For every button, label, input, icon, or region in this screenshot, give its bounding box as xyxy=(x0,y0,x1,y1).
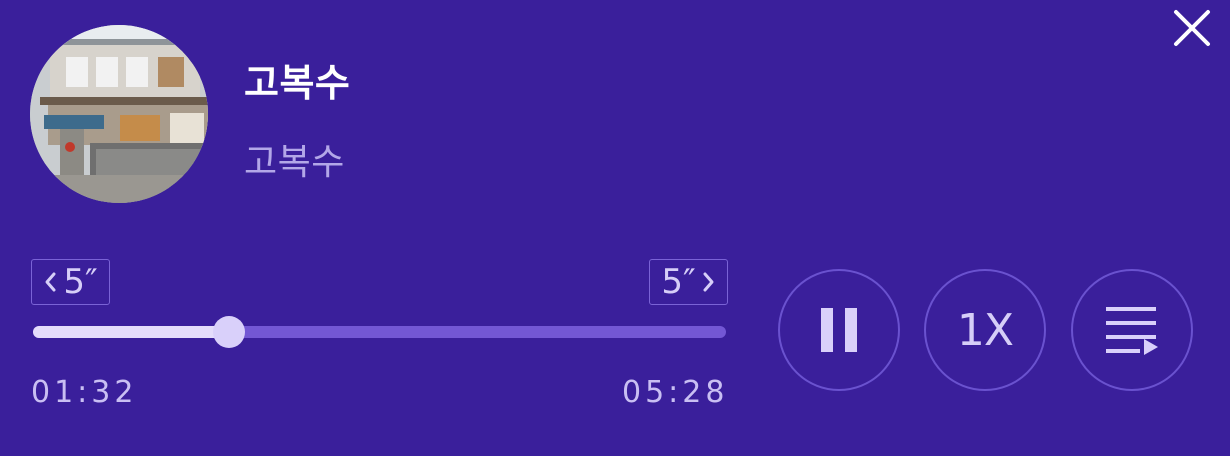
audio-player: 고복수 고복수 5″ 5″ 01:32 05:28 1X xyxy=(0,0,1230,456)
skip-back-label: 5″ xyxy=(63,262,98,302)
pause-button[interactable] xyxy=(778,269,900,391)
playback-speed-button[interactable]: 1X xyxy=(924,269,1046,391)
playlist-play-icon xyxy=(1106,307,1158,355)
total-time: 05:28 xyxy=(622,375,729,410)
track-artist: 고복수 xyxy=(244,142,345,183)
speed-label: 1X xyxy=(956,304,1014,356)
chevron-right-icon xyxy=(703,272,714,292)
skip-forward-5s-button[interactable]: 5″ xyxy=(649,259,728,305)
progress-bar[interactable] xyxy=(33,316,726,348)
progress-thumb[interactable] xyxy=(213,316,246,348)
progress-fill xyxy=(33,326,230,338)
track-title: 고복수 xyxy=(244,61,351,105)
current-time: 01:32 xyxy=(31,375,138,410)
close-button[interactable] xyxy=(1168,6,1216,50)
album-art xyxy=(30,25,208,203)
chevron-left-icon xyxy=(45,272,56,292)
skip-forward-label: 5″ xyxy=(661,262,696,302)
building-photo-icon xyxy=(30,25,208,203)
playlist-button[interactable] xyxy=(1071,269,1193,391)
close-icon xyxy=(1174,10,1210,46)
skip-back-5s-button[interactable]: 5″ xyxy=(31,259,110,305)
pause-icon xyxy=(821,308,857,352)
